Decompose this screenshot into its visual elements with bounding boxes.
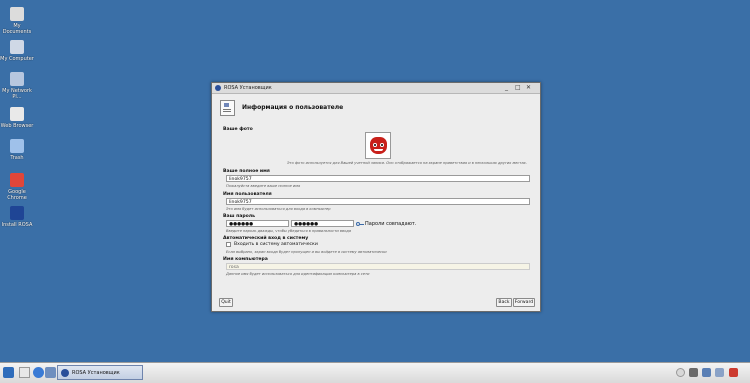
desktop-icon-label: Install ROSA — [1, 222, 33, 228]
desktop-icon[interactable]: Web Browser — [0, 107, 35, 129]
photo-hint: Это фото используется для Вашей учетной … — [287, 161, 527, 165]
autologin-checkbox-label[interactable]: Входить в систему автоматически — [234, 242, 318, 247]
close-button[interactable]: ✕ — [526, 83, 531, 93]
full-name-field[interactable]: linok9757 — [226, 175, 530, 182]
window-title: ROSA Установщик — [224, 85, 272, 91]
username-field[interactable]: linok9757 — [226, 198, 530, 205]
minimize-button[interactable]: _ — [505, 83, 508, 93]
computer-name-field[interactable]: rosa — [226, 263, 530, 270]
desktop-icon-label: My Network Pl... — [2, 88, 32, 100]
notification-icon[interactable] — [729, 368, 738, 377]
browser-launcher-icon[interactable] — [33, 367, 44, 378]
maximize-button[interactable]: □ — [515, 83, 521, 93]
desktop-icon-label: Web Browser — [0, 123, 34, 129]
desktop-shortcut-icon — [10, 40, 24, 54]
page-title: Информация о пользователе — [242, 104, 344, 111]
desktop-shortcut-icon — [10, 206, 24, 220]
photo-button[interactable] — [365, 132, 391, 159]
password-hint: Введите пароль дважды, чтобы убедиться в… — [226, 229, 351, 233]
volume-icon[interactable] — [715, 368, 724, 377]
task-installer[interactable]: ROSA Установщик — [57, 365, 143, 380]
key-icon — [356, 221, 364, 227]
computer-name-label: Имя компьютера — [223, 257, 268, 262]
network-icon[interactable] — [689, 368, 698, 377]
password-label: Ваш пароль — [223, 214, 256, 219]
desktop-icon-label: My Computer — [0, 56, 34, 62]
desktop-icon[interactable]: My Network Pl... — [0, 72, 35, 100]
desktop-icon-label: Google Chrome — [7, 189, 27, 201]
file-manager-launcher-icon[interactable] — [45, 367, 56, 378]
back-button[interactable]: Back — [496, 298, 512, 307]
password-confirm-field[interactable]: ●●●●●● — [291, 220, 354, 227]
desktop-shortcut-icon — [10, 139, 24, 153]
desktop-icon[interactable]: Trash — [0, 139, 35, 161]
window-titlebar[interactable]: ROSA Установщик _ □ ✕ — [212, 83, 540, 94]
photo-label: Ваше фото — [223, 127, 253, 132]
forward-button[interactable]: Forward — [513, 298, 535, 307]
username-label: Имя пользователя — [223, 192, 272, 197]
autologin-label: Автоматический вход в систему — [223, 236, 309, 241]
full-name-label: Ваше полное имя — [223, 169, 270, 174]
quit-button[interactable]: Quit — [219, 298, 233, 307]
show-desktop-icon[interactable] — [19, 367, 30, 378]
desktop-shortcut-icon — [10, 72, 24, 86]
desktop-icon-label: Trash — [10, 155, 24, 161]
desktop-icon[interactable]: Google Chrome — [0, 173, 35, 201]
desktop-shortcut-icon — [10, 173, 24, 187]
computer-name-hint: Данное имя будет использоваться для иден… — [226, 272, 370, 276]
taskbar: ROSA Установщик — [0, 362, 750, 383]
autologin-hint: Если выбрано, экран входа будет пропущен… — [226, 250, 387, 254]
installer-window: ROSA Установщик _ □ ✕ Информация о польз… — [211, 82, 541, 312]
desktop-icon[interactable]: Install ROSA — [0, 206, 35, 228]
desktop-icon[interactable]: My Documents — [0, 7, 35, 35]
rosa-logo-icon — [215, 85, 221, 91]
desktop-icon-label: My Documents — [2, 23, 32, 35]
keyboard-layout-icon[interactable] — [702, 368, 711, 377]
full-name-hint: Пожалуйста введите ваше полное имя — [226, 184, 301, 188]
clock-icon[interactable] — [676, 368, 685, 377]
autologin-checkbox[interactable] — [226, 242, 231, 247]
password-field[interactable]: ●●●●●● — [226, 220, 289, 227]
username-hint: Это имя будет использоваться для входа в… — [226, 207, 331, 211]
rosa-task-icon — [61, 368, 69, 377]
desktop-icon[interactable]: My Computer — [0, 40, 35, 62]
task-label: ROSA Установщик — [72, 370, 120, 376]
password-status: Пароли совпадают. — [365, 221, 417, 227]
desktop-shortcut-icon — [10, 7, 24, 21]
start-menu-icon[interactable] — [3, 367, 14, 378]
user-card-icon — [220, 100, 235, 116]
devil-avatar-icon — [370, 137, 387, 154]
desktop-shortcut-icon — [10, 107, 24, 121]
